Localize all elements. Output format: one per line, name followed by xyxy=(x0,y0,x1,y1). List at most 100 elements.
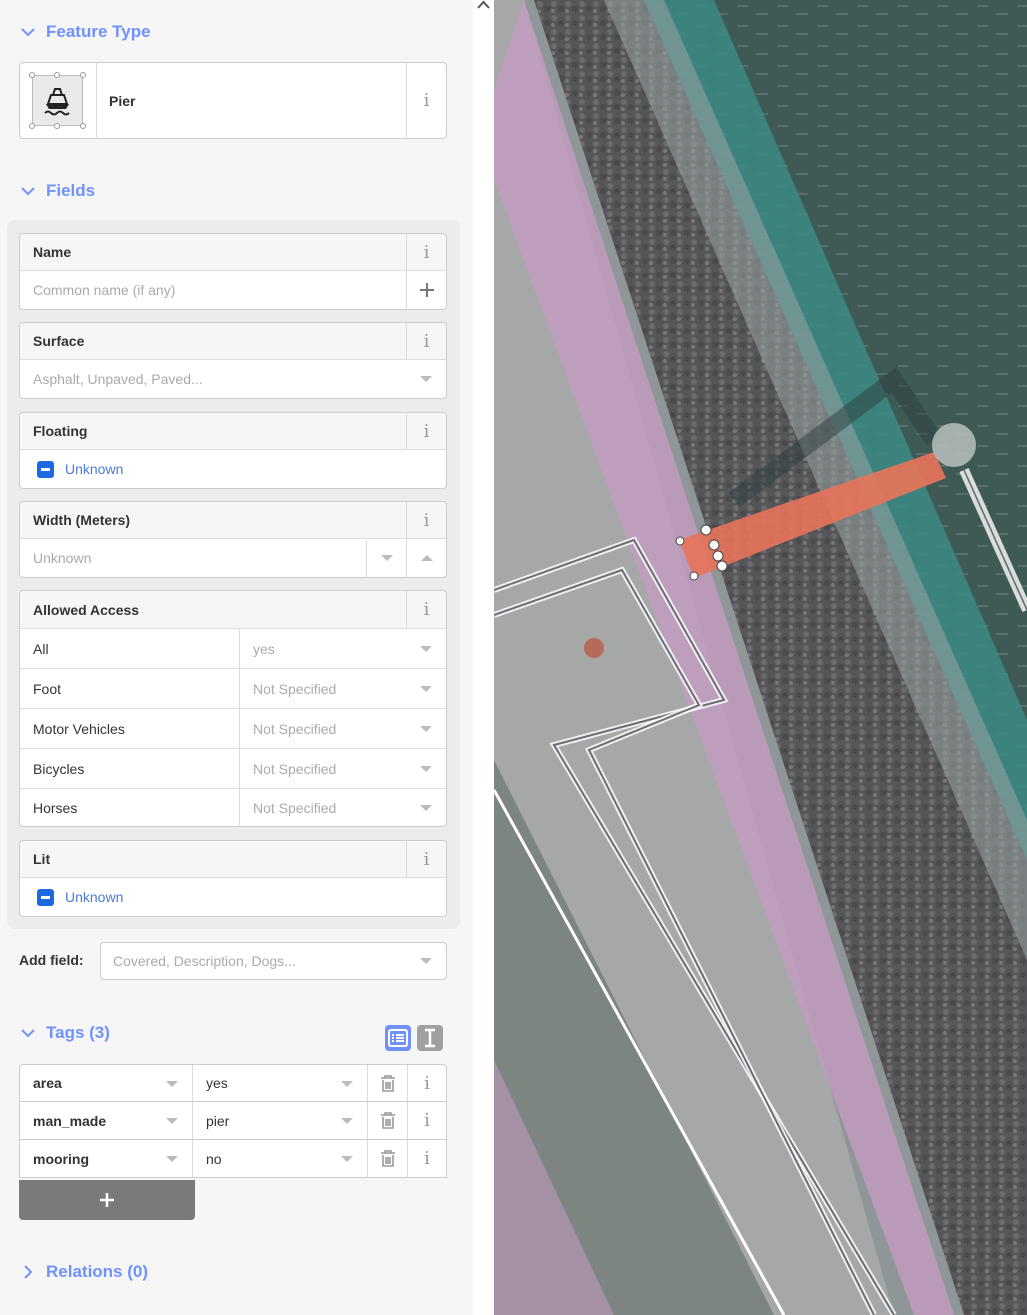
tag-table: area yes i man_made pier i mooring no i xyxy=(19,1064,447,1178)
chevron-down-icon[interactable] xyxy=(420,804,432,811)
plus-icon xyxy=(100,1193,114,1207)
trash-icon xyxy=(380,1112,395,1129)
field-width: Width (Meters) i Unknown xyxy=(19,501,447,578)
info-icon[interactable]: i xyxy=(406,501,446,539)
access-row: Horses Not Specified xyxy=(20,788,446,826)
access-value-input[interactable]: yes xyxy=(240,629,406,668)
lit-value: Unknown xyxy=(65,889,124,905)
field-lit: Lit i Unknown xyxy=(19,840,447,917)
chevron-down-icon[interactable] xyxy=(420,685,432,692)
chevron-down-icon[interactable] xyxy=(166,1081,178,1087)
tag-view-toggle xyxy=(385,1025,443,1051)
access-value-input[interactable]: Not Specified xyxy=(240,709,406,748)
access-key: Bicycles xyxy=(20,749,240,788)
info-icon[interactable]: i xyxy=(408,1065,446,1101)
tag-key-input[interactable]: area xyxy=(20,1065,193,1101)
field-surface: Surface i Asphalt, Unpaved, Paved... xyxy=(19,322,447,399)
surface-combo[interactable]: Asphalt, Unpaved, Paved... xyxy=(20,360,446,398)
relations-header[interactable]: Relations (0) xyxy=(20,1262,148,1282)
access-row: Foot Not Specified xyxy=(20,668,446,708)
info-icon[interactable]: i xyxy=(406,63,446,138)
field-label-surface: Surface xyxy=(33,333,85,349)
increment-button[interactable] xyxy=(406,539,446,577)
chevron-up-icon xyxy=(420,555,433,561)
floating-value: Unknown xyxy=(65,461,124,477)
inspector-sidebar: Feature Type Pier i Fields Name i Common… xyxy=(0,0,473,1315)
chevron-down-icon[interactable] xyxy=(420,725,432,732)
info-icon[interactable]: i xyxy=(406,233,446,271)
width-input[interactable]: Unknown xyxy=(20,550,366,566)
add-field-label: Add field: xyxy=(19,952,84,968)
tag-key-input[interactable]: mooring xyxy=(20,1140,193,1177)
lit-checkbox[interactable]: Unknown xyxy=(20,878,446,916)
info-icon[interactable]: i xyxy=(408,1140,446,1177)
tag-row: area yes i xyxy=(19,1064,447,1102)
chevron-down-icon[interactable] xyxy=(420,376,432,382)
field-label-access: Allowed Access xyxy=(33,601,140,618)
aerial-imagery xyxy=(494,0,1027,1315)
tag-value-input[interactable]: no xyxy=(193,1140,368,1177)
tag-value-input[interactable]: yes xyxy=(193,1065,368,1101)
relations-title: Relations (0) xyxy=(46,1262,149,1281)
chevron-down-icon[interactable] xyxy=(341,1118,353,1124)
info-icon[interactable]: i xyxy=(406,322,446,360)
access-value-input[interactable]: Not Specified xyxy=(240,749,406,788)
text-view-button[interactable] xyxy=(417,1025,443,1051)
field-label-lit: Lit xyxy=(33,851,51,867)
trash-icon xyxy=(380,1150,395,1167)
chevron-up-icon[interactable] xyxy=(477,0,490,10)
tag-value-input[interactable]: pier xyxy=(193,1102,368,1139)
access-key: All xyxy=(20,629,240,668)
access-row: Bicycles Not Specified xyxy=(20,748,446,788)
access-value-input[interactable]: Not Specified xyxy=(240,669,406,708)
tag-row: mooring no i xyxy=(19,1140,447,1178)
preset-list-item[interactable]: Pier i xyxy=(19,62,447,139)
delete-tag-button[interactable] xyxy=(368,1140,408,1177)
add-field-input[interactable]: Covered, Description, Dogs... xyxy=(101,953,406,969)
indeterminate-checkbox-icon[interactable] xyxy=(37,460,54,478)
tags-title: Tags (3) xyxy=(46,1023,110,1042)
chevron-down-icon[interactable] xyxy=(420,765,432,772)
chevron-down-icon[interactable] xyxy=(341,1081,353,1087)
tags-header[interactable]: Tags (3) xyxy=(20,1023,110,1043)
chevron-down-icon[interactable] xyxy=(166,1156,178,1162)
info-icon[interactable]: i xyxy=(406,591,446,628)
preset-name: Pier xyxy=(109,92,136,109)
tag-key-input[interactable]: man_made xyxy=(20,1102,193,1139)
info-icon[interactable]: i xyxy=(408,1102,446,1139)
fields-title: Fields xyxy=(46,181,96,200)
add-tag-button[interactable] xyxy=(19,1180,195,1220)
chevron-right-icon xyxy=(24,1265,33,1279)
chevron-down-icon[interactable] xyxy=(420,958,432,964)
field-label-width: Width (Meters) xyxy=(33,512,131,528)
add-field-combo[interactable]: Covered, Description, Dogs... xyxy=(100,942,447,980)
access-row: All yes xyxy=(20,628,446,668)
floating-checkbox[interactable]: Unknown xyxy=(20,450,446,488)
field-name: Name i Common name (if any) xyxy=(19,233,447,310)
indeterminate-checkbox-icon[interactable] xyxy=(37,888,54,906)
decrement-button[interactable] xyxy=(366,539,406,577)
chevron-down-icon xyxy=(380,555,393,561)
surface-input[interactable]: Asphalt, Unpaved, Paved... xyxy=(20,371,406,387)
chevron-down-icon[interactable] xyxy=(166,1118,178,1124)
list-view-button[interactable] xyxy=(385,1025,411,1051)
chevron-down-icon xyxy=(21,187,35,196)
preset-icon-cell xyxy=(20,63,97,138)
sidebar-resizer[interactable] xyxy=(473,0,494,1315)
delete-tag-button[interactable] xyxy=(368,1065,408,1101)
info-icon[interactable]: i xyxy=(406,840,446,878)
fields-header[interactable]: Fields xyxy=(20,181,95,201)
map-canvas[interactable] xyxy=(494,0,1027,1315)
field-floating: Floating i Unknown xyxy=(19,412,447,489)
chevron-down-icon[interactable] xyxy=(341,1156,353,1162)
info-icon[interactable]: i xyxy=(406,412,446,450)
add-localized-name-button[interactable] xyxy=(406,271,446,309)
chevron-down-icon[interactable] xyxy=(420,645,432,652)
field-label-floating: Floating xyxy=(33,423,88,439)
feature-type-header[interactable]: Feature Type xyxy=(20,22,151,42)
chevron-down-icon xyxy=(21,28,35,37)
access-value-input[interactable]: Not Specified xyxy=(240,789,406,826)
delete-tag-button[interactable] xyxy=(368,1102,408,1139)
name-input[interactable]: Common name (if any) xyxy=(20,282,406,298)
feature-type-title: Feature Type xyxy=(46,22,151,41)
